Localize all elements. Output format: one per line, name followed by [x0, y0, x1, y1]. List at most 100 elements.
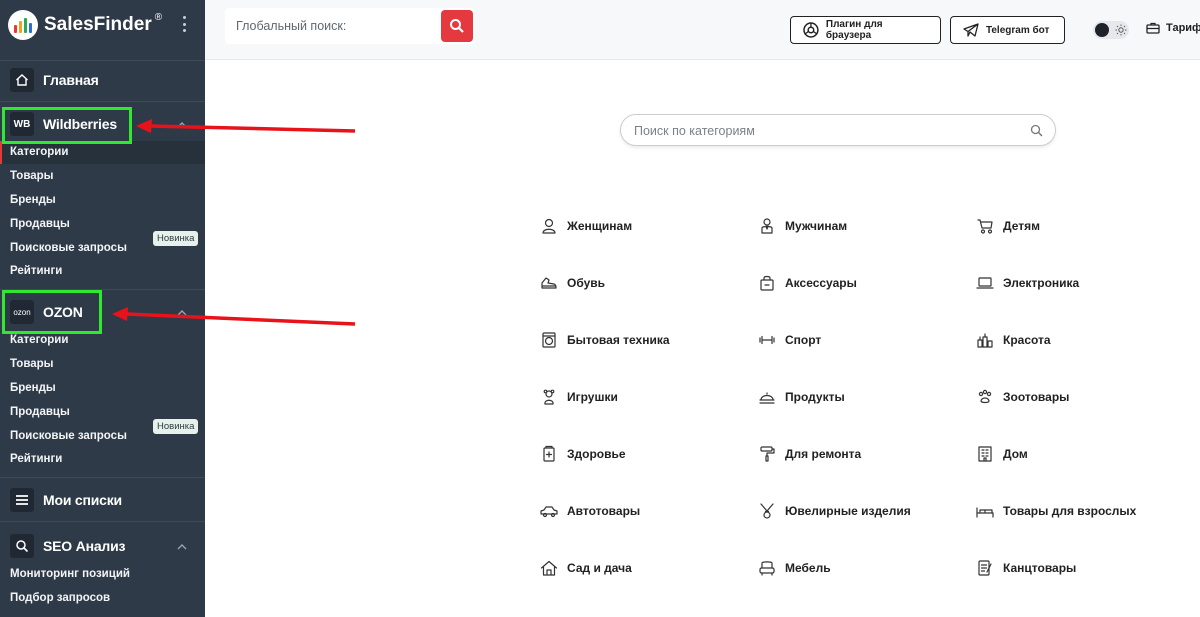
sun-icon: [1115, 24, 1127, 36]
category-item[interactable]: Канцтовары: [976, 559, 1076, 577]
top-bar: Глобальный поиск: Плагин для браузера Te…: [205, 0, 1200, 60]
category-item[interactable]: Игрушки: [540, 388, 618, 406]
category-item[interactable]: Сад и дача: [540, 559, 632, 577]
category-label: Электроника: [1003, 276, 1080, 290]
seo-query-selection[interactable]: Подбор запросов: [10, 592, 110, 604]
nav-seo[interactable]: SEO Анализ: [10, 534, 125, 558]
ozon-categories[interactable]: Категории: [10, 334, 68, 346]
category-item[interactable]: Здоровье: [540, 445, 626, 463]
building-icon: [978, 446, 992, 462]
category-item[interactable]: Красота: [976, 331, 1051, 349]
chevron-up-icon[interactable]: [176, 119, 188, 131]
category-label: Аксессуары: [785, 276, 857, 290]
car-icon: [540, 506, 558, 518]
category-item[interactable]: Аксессуары: [758, 274, 857, 292]
wb-categories[interactable]: Категории: [10, 146, 68, 158]
nav-home[interactable]: Главная: [10, 68, 99, 92]
seo-position-monitoring[interactable]: Мониторинг позиций: [10, 568, 130, 580]
category-item[interactable]: Товары для взрослых: [976, 502, 1136, 520]
nav-my-lists-label: Мои списки: [43, 492, 122, 508]
category-item[interactable]: Обувь: [540, 274, 605, 292]
bed-icon: [976, 507, 994, 518]
category-label: Здоровье: [567, 447, 626, 461]
category-item[interactable]: Женщинам: [540, 217, 632, 235]
category-label: Канцтовары: [1003, 561, 1077, 575]
laptop-icon: [976, 277, 994, 289]
telegram-bot-button[interactable]: Telegram бот: [950, 16, 1065, 44]
search-icon[interactable]: [1030, 124, 1043, 137]
list-icon: [10, 488, 34, 512]
category-item[interactable]: Дом: [976, 445, 1028, 463]
category-label: Бытовая техника: [567, 333, 670, 347]
search-icon: [450, 19, 464, 33]
roller-icon: [760, 446, 775, 462]
wb-brands[interactable]: Бренды: [10, 194, 56, 206]
paw-icon: [978, 389, 992, 404]
new-badge: Новинка: [153, 231, 199, 246]
brand-name: SalesFinder: [44, 14, 152, 35]
category-item[interactable]: Электроника: [976, 274, 1079, 292]
active-row-marker: [0, 141, 2, 164]
ozon-brands[interactable]: Бренды: [10, 382, 56, 394]
woman-icon: [542, 218, 556, 234]
global-search-input[interactable]: Глобальный поиск:: [236, 19, 346, 33]
sidebar: SalesFinder ® Главная WB Wildberries Кат…: [0, 0, 205, 617]
house-icon: [540, 560, 558, 576]
shoe-icon: [541, 277, 557, 289]
wb-ratings[interactable]: Рейтинги: [10, 265, 62, 277]
nav-home-label: Главная: [43, 72, 99, 88]
jewelry-icon: [760, 503, 774, 519]
category-label: Сад и дача: [567, 561, 632, 575]
highlight-box-wildberries: [2, 107, 132, 144]
category-item[interactable]: Зоотовары: [976, 388, 1069, 406]
category-label: Мебель: [785, 561, 831, 575]
global-search-button[interactable]: [441, 10, 473, 42]
category-item[interactable]: Детям: [976, 217, 1040, 235]
category-item[interactable]: Спорт: [758, 331, 821, 349]
category-label: Ювелирные изделия: [785, 504, 911, 518]
category-label: Товары для взрослых: [1003, 504, 1137, 518]
ozon-products[interactable]: Товары: [10, 358, 53, 370]
category-label: Продукты: [785, 390, 845, 404]
category-item[interactable]: Мужчинам: [758, 217, 847, 235]
category-label: Детям: [1003, 219, 1040, 233]
notepad-icon: [978, 560, 992, 576]
home-icon: [10, 68, 34, 92]
medicine-icon: [543, 445, 555, 462]
theme-toggle[interactable]: [1093, 21, 1129, 39]
category-label: Красота: [1003, 333, 1051, 347]
tariffs-link[interactable]: Тарифы: [1146, 22, 1200, 34]
category-label: Зоотовары: [1003, 390, 1070, 404]
chevron-up-icon[interactable]: [176, 541, 188, 553]
nav-my-lists[interactable]: Мои списки: [10, 488, 122, 512]
category-search-input[interactable]: Поиск по категориям: [634, 124, 755, 138]
browser-plugin-button[interactable]: Плагин для браузера: [790, 16, 941, 44]
nav-seo-label: SEO Анализ: [43, 538, 126, 554]
new-badge: Новинка: [153, 419, 199, 434]
category-item[interactable]: Бытовая техника: [540, 331, 670, 349]
ozon-ratings[interactable]: Рейтинги: [10, 453, 62, 465]
wb-products[interactable]: Товары: [10, 170, 53, 182]
category-label: Спорт: [785, 333, 822, 347]
cosmetics-icon: [977, 333, 993, 348]
category-item[interactable]: Автотовары: [540, 502, 640, 520]
global-search[interactable]: Глобальный поиск:: [225, 8, 475, 44]
washer-icon: [542, 332, 556, 348]
kebab-menu-icon[interactable]: [178, 16, 190, 32]
armchair-icon: [759, 561, 775, 576]
category-item[interactable]: Продукты: [758, 388, 845, 406]
category-label: Игрушки: [567, 390, 618, 404]
category-item[interactable]: Мебель: [758, 559, 831, 577]
ozon-search-queries[interactable]: Поисковые запросы: [10, 430, 127, 442]
category-item[interactable]: Ювелирные изделия: [758, 502, 911, 520]
category-search[interactable]: Поиск по категориям: [620, 114, 1056, 146]
wb-search-queries[interactable]: Поисковые запросы: [10, 242, 127, 254]
brand-logo[interactable]: SalesFinder ®: [8, 10, 165, 40]
chevron-up-icon[interactable]: [176, 307, 188, 319]
toggle-knob: [1095, 23, 1109, 37]
category-item[interactable]: Для ремонта: [758, 445, 861, 463]
wb-sellers[interactable]: Продавцы: [10, 218, 70, 230]
ozon-sellers[interactable]: Продавцы: [10, 406, 70, 418]
man-icon: [761, 218, 773, 234]
category-label: Автотовары: [567, 504, 641, 518]
